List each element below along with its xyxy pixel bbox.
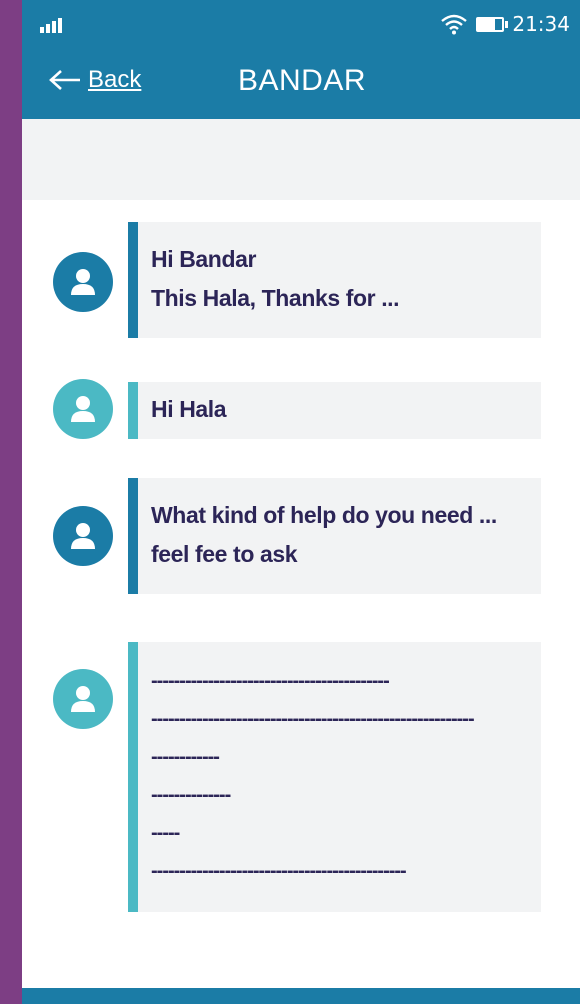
back-button[interactable]: Back xyxy=(48,66,141,94)
phone-screen: 21:34 Back BANDAR Hi Bandar This Hala, T… xyxy=(22,0,580,1004)
arrow-left-icon xyxy=(49,70,80,90)
user-icon xyxy=(71,686,95,712)
avatar[interactable] xyxy=(53,252,113,312)
message-text: What kind of help do you need ... xyxy=(151,502,497,528)
nav-bar: Back BANDAR xyxy=(22,52,580,119)
message-text: Hi Hala xyxy=(151,396,227,422)
user-icon xyxy=(71,269,95,295)
avatar[interactable] xyxy=(53,669,113,729)
message-text: ------------ xyxy=(151,746,220,768)
message-text: -------------- xyxy=(151,784,231,806)
message-bubble[interactable]: What kind of help do you need ... feel f… xyxy=(128,478,541,594)
message-text: ----------------------------------------… xyxy=(151,670,390,692)
message-text: ----- xyxy=(151,822,180,844)
message-bubble[interactable]: ----------------------------------------… xyxy=(128,642,541,912)
user-icon xyxy=(71,396,95,422)
message-text: This Hala, Thanks for ... xyxy=(151,285,400,311)
message-text: feel fee to ask xyxy=(151,541,298,567)
battery-icon xyxy=(476,16,509,32)
chat-list[interactable]: Hi Bandar This Hala, Thanks for ... Hi H… xyxy=(22,200,580,990)
bottom-bar xyxy=(22,988,580,1004)
status-time: 21:34 xyxy=(512,12,570,36)
back-label[interactable]: Back xyxy=(88,66,141,94)
page-title: BANDAR xyxy=(238,64,367,97)
avatar[interactable] xyxy=(53,506,113,566)
message-text: ----------------------------------------… xyxy=(151,860,407,882)
subheader-area xyxy=(22,119,580,200)
wifi-icon xyxy=(441,14,468,35)
status-bar: 21:34 xyxy=(22,0,580,52)
avatar[interactable] xyxy=(53,379,113,439)
message-bubble[interactable]: Hi Hala xyxy=(128,382,541,439)
message-bubble[interactable]: Hi Bandar This Hala, Thanks for ... xyxy=(128,222,541,338)
user-icon xyxy=(71,523,95,549)
message-text: ----------------------------------------… xyxy=(151,708,475,730)
message-text: Hi Bandar xyxy=(151,246,257,272)
signal-icon xyxy=(40,18,62,33)
